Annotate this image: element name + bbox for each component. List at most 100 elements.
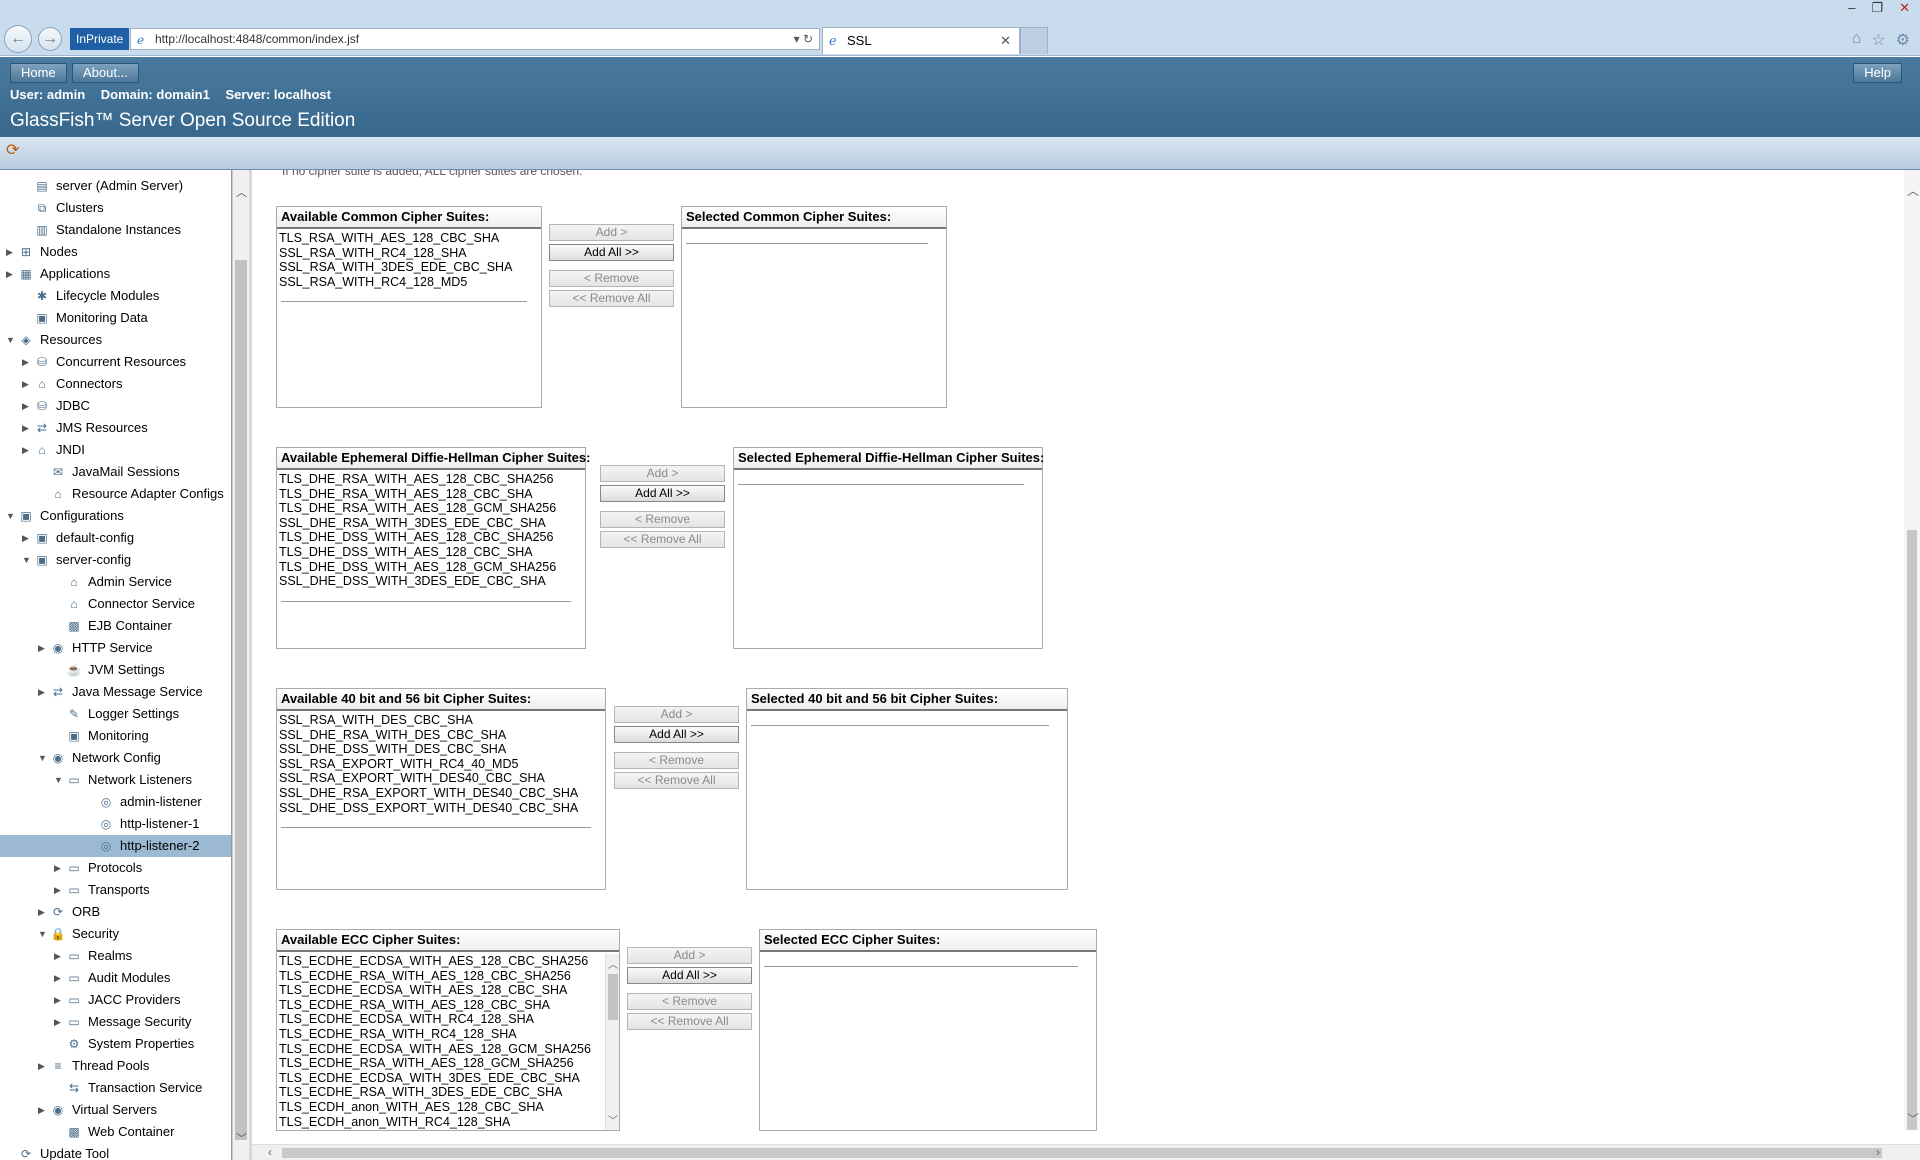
add-button[interactable]: Add > [600, 465, 725, 482]
cipher-option[interactable]: TLS_ECDHE_ECDSA_WITH_3DES_EDE_CBC_SHA [279, 1071, 617, 1086]
scroll-left-icon[interactable]: ‹ [268, 1145, 272, 1159]
selected-cipher-list[interactable]: Selected Common Cipher Suites: [681, 206, 947, 408]
tree-item-http-listener-2[interactable]: ◎ http-listener-2 [0, 835, 231, 857]
tree-item-clusters[interactable]: ⧉ Clusters [0, 197, 231, 219]
cipher-option[interactable]: TLS_ECDHE_RSA_WITH_AES_128_CBC_SHA256 [279, 969, 617, 984]
expand-icon[interactable]: ▶ [54, 945, 66, 967]
cipher-option[interactable]: TLS_DHE_DSS_WITH_AES_128_GCM_SHA256 [279, 560, 583, 575]
tree-item-applications[interactable]: ▶ ▦ Applications [0, 263, 231, 285]
cipher-option[interactable]: SSL_DHE_RSA_EXPORT_WITH_DES40_CBC_SHA [279, 786, 603, 801]
collapse-icon[interactable]: ▼ [6, 505, 18, 527]
tree-item-message-security[interactable]: ▶ ▭ Message Security [0, 1011, 231, 1033]
forward-button[interactable]: → [38, 27, 62, 51]
collapse-icon[interactable]: ▼ [6, 329, 18, 351]
selected-cipher-list[interactable]: Selected Ephemeral Diffie-Hellman Cipher… [733, 447, 1044, 649]
cipher-option[interactable]: SSL_RSA_WITH_DES_CBC_SHA [279, 713, 603, 728]
tree-item-web-container[interactable]: ▩ Web Container [0, 1121, 231, 1143]
available-cipher-list[interactable]: Available ECC Cipher Suites: TLS_ECDHE_EC… [276, 929, 620, 1131]
cipher-option[interactable]: TLS_DHE_RSA_WITH_AES_128_CBC_SHA [279, 487, 583, 502]
tree-item-javamail-sessions[interactable]: ✉ JavaMail Sessions [0, 461, 231, 483]
tree-item-audit-modules[interactable]: ▶ ▭ Audit Modules [0, 967, 231, 989]
tree-scrollbar[interactable]: ︿ ﹀ [232, 170, 249, 1160]
tree-item-system-properties[interactable]: ⚙ System Properties [0, 1033, 231, 1055]
remove-button[interactable]: < Remove [627, 993, 752, 1010]
cipher-option[interactable]: TLS_ECDHE_RSA_WITH_AES_128_GCM_SHA256 [279, 1056, 617, 1071]
sync-icon[interactable]: ⟳ [6, 140, 19, 160]
scroll-thumb[interactable] [282, 1148, 1882, 1158]
available-cipher-list[interactable]: Available Ephemeral Diffie-Hellman Ciphe… [276, 447, 590, 649]
cipher-option[interactable]: TLS_ECDHE_ECDSA_WITH_AES_128_CBC_SHA256 [279, 954, 617, 969]
expand-icon[interactable]: ▶ [22, 395, 34, 417]
tree-item-update-tool[interactable]: ⟳ Update Tool [0, 1143, 231, 1160]
scroll-down-icon[interactable]: ﹀ [608, 1112, 618, 1127]
expand-icon[interactable]: ▶ [6, 241, 18, 263]
expand-icon[interactable]: ▶ [54, 1011, 66, 1033]
cipher-option[interactable]: TLS_DHE_RSA_WITH_AES_128_GCM_SHA256 [279, 501, 583, 516]
minimize-icon[interactable]: – [1848, 0, 1855, 16]
scroll-up-icon[interactable]: ︿ [608, 956, 618, 971]
tree-item-network-listeners[interactable]: ▼ ▭ Network Listeners [0, 769, 231, 791]
tree-item-nodes[interactable]: ▶ ⊞ Nodes [0, 241, 231, 263]
tree-item-jvm-settings[interactable]: ☕ JVM Settings [0, 659, 231, 681]
cipher-option[interactable]: TLS_ECDHE_ECDSA_WITH_RC4_128_SHA [279, 1012, 617, 1027]
selected-cipher-list[interactable]: Selected ECC Cipher Suites: [759, 929, 1097, 1131]
home-icon[interactable]: ⌂ [1852, 30, 1862, 50]
close-window-icon[interactable]: ✕ [1899, 0, 1910, 16]
cipher-option[interactable]: TLS_DHE_RSA_WITH_AES_128_CBC_SHA256 [279, 472, 583, 487]
scroll-down-icon[interactable]: ﹀ [233, 1130, 250, 1146]
tree-item-http-service[interactable]: ▶ ◉ HTTP Service [0, 637, 231, 659]
cipher-option[interactable]: TLS_ECDH_anon_WITH_AES_128_CBC_SHA [279, 1100, 617, 1115]
cipher-option[interactable]: SSL_DHE_DSS_WITH_DES_CBC_SHA [279, 742, 603, 757]
tree-item-jms-resources[interactable]: ▶ ⇄ JMS Resources [0, 417, 231, 439]
address-tools[interactable]: ▾ ↻ [794, 29, 813, 49]
expand-icon[interactable]: ▶ [54, 879, 66, 901]
remove-all-button[interactable]: << Remove All [614, 772, 739, 789]
remove-all-button[interactable]: << Remove All [549, 290, 674, 307]
cipher-option[interactable]: SSL_DHE_DSS_EXPORT_WITH_DES40_CBC_SHA [279, 801, 603, 816]
scroll-down-icon[interactable]: ﹀ [1907, 1110, 1919, 1127]
expand-icon[interactable]: ▶ [38, 1099, 50, 1121]
cipher-option[interactable]: TLS_ECDHE_RSA_WITH_3DES_EDE_CBC_SHA [279, 1085, 617, 1100]
tree-item-transaction-service[interactable]: ⇆ Transaction Service [0, 1077, 231, 1099]
cipher-option[interactable]: SSL_RSA_WITH_3DES_EDE_CBC_SHA [279, 260, 539, 275]
expand-icon[interactable]: ▶ [22, 373, 34, 395]
tree-item-server-admin-server[interactable]: ▤ server (Admin Server) [0, 175, 231, 197]
tree-item-realms[interactable]: ▶ ▭ Realms [0, 945, 231, 967]
tree-item-java-message-service[interactable]: ▶ ⇄ Java Message Service [0, 681, 231, 703]
cipher-option[interactable]: TLS_ECDHE_RSA_WITH_RC4_128_SHA [279, 1027, 617, 1042]
available-cipher-list[interactable]: Available Common Cipher Suites: TLS_RSA_W… [276, 206, 542, 408]
scroll-right-icon[interactable]: › [1876, 1145, 1880, 1159]
cipher-option[interactable]: TLS_DHE_DSS_WITH_AES_128_CBC_SHA [279, 545, 583, 560]
address-bar[interactable]: ℯ http://localhost:4848/common/index.jsf… [130, 28, 820, 50]
tree-item-connector-service[interactable]: ⌂ Connector Service [0, 593, 231, 615]
tree-item-jacc-providers[interactable]: ▶ ▭ JACC Providers [0, 989, 231, 1011]
expand-icon[interactable]: ▶ [6, 263, 18, 285]
new-tab-button[interactable] [1020, 27, 1048, 54]
tree-item-http-listener-1[interactable]: ◎ http-listener-1 [0, 813, 231, 835]
tree-item-network-config[interactable]: ▼ ◉ Network Config [0, 747, 231, 769]
restore-icon[interactable]: ❐ [1871, 0, 1883, 16]
tree-item-protocols[interactable]: ▶ ▭ Protocols [0, 857, 231, 879]
collapse-icon[interactable]: ▼ [38, 923, 50, 945]
cipher-option[interactable]: SSL_DHE_RSA_WITH_DES_CBC_SHA [279, 728, 603, 743]
cipher-option[interactable]: TLS_ECDHE_RSA_WITH_AES_128_CBC_SHA [279, 998, 617, 1013]
cipher-option[interactable]: TLS_DHE_DSS_WITH_AES_128_CBC_SHA256 [279, 530, 583, 545]
expand-icon[interactable]: ▶ [54, 857, 66, 879]
tab-ssl[interactable]: ℯ SSL ✕ [822, 27, 1020, 54]
expand-icon[interactable]: ▶ [22, 417, 34, 439]
add-all-button[interactable]: Add All >> [600, 485, 725, 502]
home-button[interactable]: Home [10, 63, 67, 83]
tree-item-default-config[interactable]: ▶ ▣ default-config [0, 527, 231, 549]
tree-item-standalone-instances[interactable]: ▥ Standalone Instances [0, 219, 231, 241]
cipher-option[interactable]: SSL_RSA_EXPORT_WITH_RC4_40_MD5 [279, 757, 603, 772]
tree-item-connectors[interactable]: ▶ ⌂ Connectors [0, 373, 231, 395]
scroll-thumb[interactable] [608, 974, 618, 1020]
tree-item-jndi[interactable]: ▶ ⌂ JNDI [0, 439, 231, 461]
add-button[interactable]: Add > [549, 224, 674, 241]
collapse-icon[interactable]: ▼ [54, 769, 66, 791]
tree-item-concurrent-resources[interactable]: ▶ ⛁ Concurrent Resources [0, 351, 231, 373]
tree-item-transports[interactable]: ▶ ▭ Transports [0, 879, 231, 901]
collapse-icon[interactable]: ▼ [38, 747, 50, 769]
expand-icon[interactable]: ▶ [22, 439, 34, 461]
cipher-option[interactable]: SSL_RSA_WITH_RC4_128_MD5 [279, 275, 539, 290]
